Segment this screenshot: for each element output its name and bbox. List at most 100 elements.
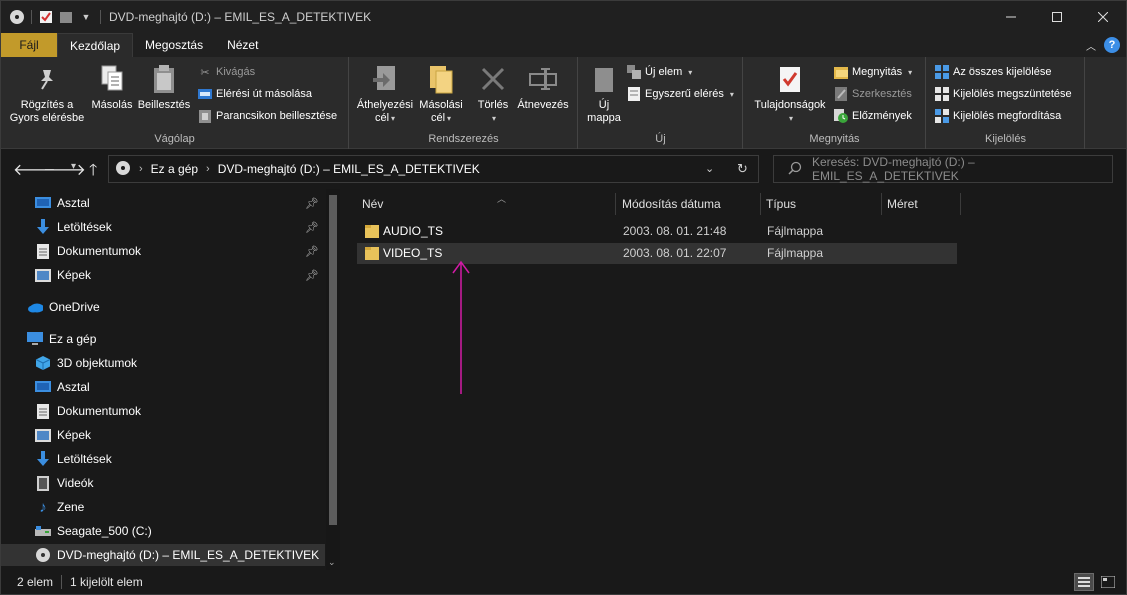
close-button[interactable] [1080,1,1126,33]
nav-item-documents[interactable]: Dokumentumok 📌︎ [1,240,325,262]
quick-access-toolbar: ▼ [1,9,103,25]
pin-icon: 📌︎ [305,245,319,258]
minimize-button[interactable] [988,1,1034,33]
properties-button[interactable]: Tulajdonságok ▾ [748,61,832,125]
copy-path-button[interactable]: Elérési út másolása [198,87,312,101]
easy-access-icon [627,87,641,101]
nav-item-desktop-pc[interactable]: Asztal [1,376,325,398]
nav-item-this-pc[interactable]: Ez a gép [1,328,325,350]
breadcrumb-chevron-icon[interactable]: › [206,163,210,175]
clipboard-icon [147,61,181,97]
nav-item-videos[interactable]: Videók [1,472,325,494]
invert-selection-button[interactable]: Kijelölés megfordítása [935,109,1061,123]
history-button[interactable]: Előzmények [834,109,912,123]
nav-item-dvd-drive[interactable]: DVD-meghajtó (D:) – EMIL_ES_A_DETEKTIVEK [1,544,325,566]
pin-icon: 📌︎ [305,197,319,210]
file-row-selected[interactable]: VIDEO_TS 2003. 08. 01. 22:07 Fájlmappa [357,243,957,264]
invert-selection-icon [935,109,949,123]
nav-item-pictures[interactable]: Képek 📌︎ [1,264,325,286]
scrollbar-thumb[interactable] [329,195,337,525]
pin-icon: 📌︎ [305,221,319,234]
nav-item-drive-c[interactable]: Seagate_500 (C:) [1,520,325,542]
maximize-button[interactable] [1034,1,1080,33]
move-to-icon [368,61,402,97]
minimize-icon [1006,16,1016,18]
computer-icon [27,331,43,347]
recent-locations-chevron-icon[interactable]: ▾ [71,161,76,172]
nav-item-music[interactable]: ♪ Zene [1,496,325,518]
copy-to-icon [424,61,458,97]
move-to-button[interactable]: Áthelyezési cél ▾ [354,61,416,125]
maximize-icon [1052,12,1062,22]
new-item-icon [627,65,641,79]
folder-icon [365,224,379,241]
window-title: DVD-meghajtó (D:) – EMIL_ES_A_DETEKTIVEK [109,10,372,24]
chevron-down-icon[interactable]: ▼ [78,9,94,25]
group-select: Az összes kijelölése Kijelölés megszünte… [927,57,1085,149]
tab-home[interactable]: Kezdőlap [57,33,134,57]
tab-file[interactable]: Fájl [1,33,57,57]
nav-item-downloads[interactable]: Letöltések 📌︎ [1,216,325,238]
copy-to-button[interactable]: Másolási cél ▾ [416,61,466,125]
nav-item-documents-pc[interactable]: Dokumentumok [1,400,325,422]
paste-button[interactable]: Beillesztés [137,61,191,112]
pin-quick-access-button[interactable]: Rögzítés a Gyors elérésbe [7,61,87,125]
navigation-pane: Asztal 📌︎ Letöltések 📌︎ Dokumentumok 📌︎ … [1,189,341,570]
file-list: Név ︿ Módosítás dátuma Típus Méret AUDIO… [342,189,1126,570]
rename-button[interactable]: Átnevezés [514,61,572,112]
properties-icon[interactable] [38,9,54,25]
new-item-button[interactable]: Új elem ▾ [627,65,692,79]
breadcrumb-chevron-icon[interactable]: › [139,163,143,175]
title-bar: ▼ DVD-meghajtó (D:) – EMIL_ES_A_DETEKTIV… [1,1,1126,33]
delete-button[interactable]: Törlés ▾ [472,61,514,125]
column-header-size[interactable]: Méret [882,193,961,215]
breadcrumb-dvd-drive[interactable]: DVD-meghajtó (D:) – EMIL_ES_A_DETEKTIVEK [218,162,480,176]
refresh-icon[interactable]: ↻ [737,161,748,177]
open-icon [834,65,848,79]
large-icons-view-button[interactable] [1098,573,1118,591]
nav-item-downloads-pc[interactable]: Letöltések [1,448,325,470]
easy-access-button[interactable]: Egyszerű elérés ▾ [627,87,734,101]
edit-button[interactable]: Szerkesztés [834,87,912,101]
new-folder-button[interactable]: Új mappa [583,61,625,125]
search-input[interactable]: Keresés: DVD-meghajtó (D:) – EMIL_ES_A_D… [773,155,1113,183]
details-view-button[interactable] [1074,573,1094,591]
navigation-scrollbar[interactable]: ⌄ [326,189,340,570]
open-button[interactable]: Megnyitás ▾ [834,65,912,79]
paste-shortcut-button[interactable]: Parancsikon beillesztése [198,109,337,123]
select-all-button[interactable]: Az összes kijelölése [935,65,1051,79]
up-button[interactable]: 🡑 [89,159,97,186]
cloud-icon [27,299,43,315]
copy-button[interactable]: Másolás [89,61,135,112]
breadcrumb-this-pc[interactable]: Ez a gép [151,162,198,176]
file-row[interactable]: AUDIO_TS 2003. 08. 01. 21:48 Fájlmappa [357,221,957,242]
ribbon-tabs: Fájl Kezdőlap Megosztás Nézet ︿ ? [1,33,1126,57]
group-label-select: Kijelölés [985,133,1026,145]
nav-item-desktop[interactable]: Asztal 📌︎ [1,192,325,214]
address-history-chevron-icon[interactable]: ⌄ [705,162,714,175]
nav-item-pictures-pc[interactable]: Képek [1,424,325,446]
edit-icon [834,87,848,101]
group-new: Új mappa Új elem ▾ Egyszerű elérés ▾ Új [579,57,743,149]
column-header-type[interactable]: Típus [761,193,882,215]
tab-share[interactable]: Megosztás [133,33,215,57]
chevron-down-icon[interactable]: ⌄ [328,557,336,568]
pin-icon [30,61,64,97]
desktop-icon [35,379,51,395]
cut-button[interactable]: ✂ Kivágás [198,65,255,79]
column-header-date[interactable]: Módosítás dátuma [617,193,761,215]
rename-icon [526,61,560,97]
copy-icon [95,61,129,97]
address-bar[interactable]: › Ez a gép › DVD-meghajtó (D:) – EMIL_ES… [108,155,759,183]
column-header-name[interactable]: Név ︿ [357,193,616,215]
new-folder-icon[interactable] [58,9,74,25]
tab-view[interactable]: Nézet [215,33,270,57]
select-none-button[interactable]: Kijelölés megszüntetése [935,87,1072,101]
forward-button[interactable]: 🡒 [43,159,86,180]
status-bar: 2 elem 1 kijelölt elem [1,570,1126,594]
help-icon[interactable]: ? [1104,37,1120,53]
properties-icon [773,61,807,97]
nav-item-3d-objects[interactable]: 3D objektumok [1,352,325,374]
nav-item-onedrive[interactable]: OneDrive [1,296,325,318]
collapse-ribbon-icon[interactable]: ︿ [1086,38,1096,53]
